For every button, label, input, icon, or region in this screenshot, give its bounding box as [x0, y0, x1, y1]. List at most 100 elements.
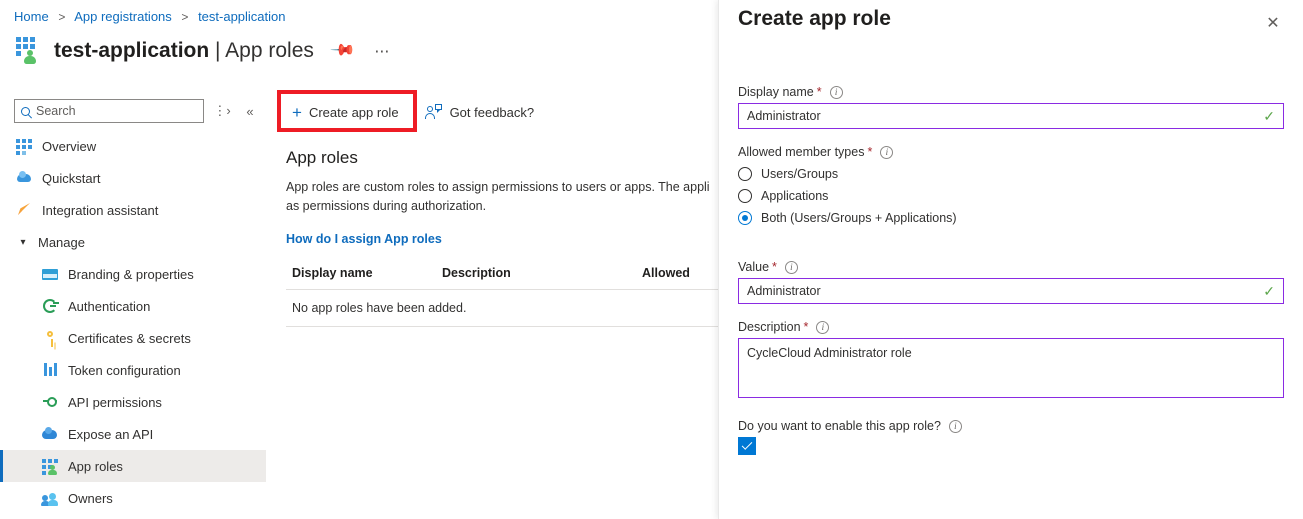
command-bar: + Create app role Got feedback? — [286, 100, 534, 124]
radio-applications[interactable]: Applications — [738, 185, 1284, 207]
display-name-field-group: Display name * i Administrator ✓ — [738, 85, 1284, 129]
sidebar-item-branding-properties[interactable]: Branding & properties — [0, 258, 266, 290]
description-label: Description * i — [738, 320, 1284, 334]
section-heading: App roles — [286, 148, 358, 167]
section-description-line1: App roles are custom roles to assign per… — [286, 180, 710, 194]
command-bar-divider — [414, 104, 416, 120]
enable-app-role-checkbox[interactable] — [738, 437, 756, 455]
allowed-member-types-label-text: Allowed member types — [738, 145, 865, 159]
create-app-role-panel: Create app role ✕ Display name * i Admin… — [718, 0, 1303, 519]
column-header-display-name: Display name — [286, 266, 436, 290]
token-bars-icon — [42, 362, 58, 378]
display-name-label: Display name * i — [738, 85, 1284, 99]
table-row: No app roles have been added. — [286, 289, 746, 327]
sidebar-item-token-configuration[interactable]: Token configuration — [0, 354, 266, 386]
search-input[interactable]: Search — [14, 99, 204, 123]
info-icon[interactable]: i — [816, 320, 830, 334]
page-title-divider: | — [209, 39, 226, 62]
sidebar-item-integration-assistant[interactable]: Integration assistant — [0, 194, 266, 226]
value-label: Value * i — [738, 260, 1284, 274]
sidebar-item-owners[interactable]: Owners — [0, 482, 266, 514]
breadcrumb: Home > App registrations > test-applicat… — [14, 9, 286, 25]
close-icon[interactable]: ✕ — [1263, 14, 1283, 34]
expose-api-cloud-icon — [42, 426, 58, 442]
value-label-text: Value — [738, 260, 770, 274]
search-row: Search ⋮› « — [14, 99, 260, 123]
breadcrumb-item-home[interactable]: Home — [14, 9, 49, 24]
description-field-group: Description * i CycleCloud Administrator… — [738, 320, 1284, 398]
page-title-main: test-application — [54, 39, 210, 62]
authentication-icon — [42, 298, 58, 314]
enable-app-role-label-text: Do you want to enable this app role? — [738, 419, 941, 433]
radio-both[interactable]: Both (Users/Groups + Applications) — [738, 207, 1284, 229]
sidebar-item-label: Expose an API — [68, 426, 154, 442]
key-icon — [42, 330, 58, 347]
panel-title: Create app role — [738, 7, 891, 30]
branding-card-icon — [42, 266, 58, 282]
app-registration-icon — [14, 36, 44, 66]
ellipsis-icon[interactable]: ⋯ — [370, 39, 394, 63]
got-feedback-button[interactable]: Got feedback? — [424, 104, 535, 120]
sidebar-item-label: Branding & properties — [68, 266, 194, 282]
sidebar-item-expose-an-api[interactable]: Expose an API — [0, 418, 266, 450]
value-input[interactable]: Administrator ✓ — [738, 278, 1284, 304]
value-field-group: Value * i Administrator ✓ — [738, 260, 1284, 304]
sidebar-group-manage[interactable]: ▾ Manage — [0, 226, 266, 258]
sidebar-item-label: Quickstart — [42, 170, 101, 186]
double-chevron-left-icon[interactable]: « — [240, 100, 260, 122]
overview-grid-icon — [16, 138, 32, 155]
create-app-role-label: Create app role — [308, 104, 399, 120]
sidebar-item-label: App roles — [68, 458, 123, 474]
grid-glyph — [16, 37, 36, 57]
required-marker: * — [816, 85, 822, 99]
sidebar-item-certificates-secrets[interactable]: Certificates & secrets — [0, 322, 266, 354]
sidebar-item-authentication[interactable]: Authentication — [0, 290, 266, 322]
pin-icon[interactable]: 📌 — [329, 38, 355, 64]
create-app-role-button[interactable]: + Create app role — [286, 100, 405, 124]
table-header-row: Display name Description Allowed — [286, 266, 746, 290]
radio-button — [738, 167, 752, 181]
info-icon[interactable]: i — [829, 85, 843, 99]
chevron-down-icon: ▾ — [20, 236, 26, 248]
breadcrumb-item-test-application[interactable]: test-application — [198, 9, 285, 24]
sidebar-item-overview[interactable]: Overview — [0, 130, 266, 162]
sidebar-item-label: Integration assistant — [42, 202, 159, 218]
sidebar-item-label: Certificates & secrets — [68, 330, 191, 346]
enable-app-role-group: Do you want to enable this app role? i — [738, 419, 1284, 455]
enable-app-role-label: Do you want to enable this app role? i — [738, 419, 1284, 433]
display-name-input[interactable]: Administrator ✓ — [738, 103, 1284, 129]
collapse-all-icon[interactable]: ⋮› — [212, 100, 232, 122]
got-feedback-label: Got feedback? — [449, 104, 535, 120]
sidebar-item-label: API permissions — [68, 394, 162, 410]
description-textarea[interactable]: CycleCloud Administrator role — [738, 338, 1284, 398]
quickstart-cloud-icon — [16, 170, 32, 186]
info-icon[interactable]: i — [948, 419, 962, 433]
info-icon[interactable]: i — [784, 260, 798, 274]
page-title-row: test-application | App roles 📌 ⋯ — [14, 34, 394, 68]
sidebar-item-quickstart[interactable]: Quickstart — [0, 162, 266, 194]
radio-users-groups[interactable]: Users/Groups — [738, 163, 1284, 185]
section-description: App roles are custom roles to assign per… — [286, 178, 746, 216]
plus-icon: + — [292, 102, 302, 122]
breadcrumb-separator: > — [181, 10, 189, 24]
rocket-icon — [16, 202, 32, 218]
person-body-glyph — [24, 56, 36, 64]
sidebar-item-label: Overview — [42, 138, 97, 154]
api-permissions-icon — [42, 394, 58, 410]
display-name-label-text: Display name — [738, 85, 814, 99]
required-marker: * — [867, 145, 873, 159]
radio-label: Applications — [761, 189, 829, 203]
main-content: App roles App roles are custom roles to … — [286, 148, 746, 327]
breadcrumb-item-app-registrations[interactable]: App registrations — [74, 9, 172, 24]
info-icon[interactable]: i — [880, 145, 894, 159]
checkmark-icon: ✓ — [1263, 108, 1275, 124]
app-roles-icon — [42, 458, 58, 475]
sidebar-item-label: Authentication — [68, 298, 151, 314]
sidebar-item-label: Owners — [68, 490, 113, 506]
allowed-member-types-group: Allowed member types * i Users/Groups Ap… — [738, 145, 1284, 229]
how-do-i-assign-app-roles-link[interactable]: How do I assign App roles — [286, 232, 442, 246]
sidebar-item-app-roles[interactable]: App roles — [0, 450, 266, 482]
sidebar-item-api-permissions[interactable]: API permissions — [0, 386, 266, 418]
required-marker: * — [803, 320, 809, 334]
radio-button — [738, 189, 752, 203]
